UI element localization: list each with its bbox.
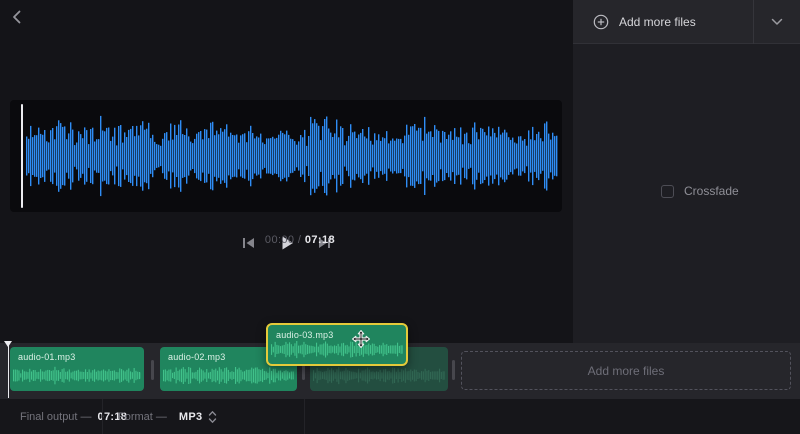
files-panel-header: Add more files bbox=[573, 0, 800, 44]
timeline-playhead[interactable] bbox=[4, 341, 13, 398]
timeline-add-more-files[interactable]: Add more files bbox=[461, 351, 791, 390]
chevron-left-icon bbox=[10, 9, 24, 25]
preview-playhead bbox=[21, 104, 23, 208]
add-more-files-button[interactable]: Add more files bbox=[573, 0, 753, 44]
collapse-panel-button[interactable] bbox=[754, 0, 800, 44]
format-label: Format — bbox=[118, 411, 167, 423]
track-audio-01[interactable]: audio-01.mp3 bbox=[10, 347, 144, 391]
time-separator: / bbox=[298, 234, 301, 246]
format-value: MP3 bbox=[179, 411, 203, 423]
audio-waveform bbox=[26, 108, 558, 204]
final-output-label: Final output — bbox=[20, 411, 92, 423]
skip-to-start-icon bbox=[241, 236, 256, 250]
track-divider bbox=[151, 360, 154, 380]
crossfade-checkbox[interactable] bbox=[661, 185, 674, 198]
back-button[interactable] bbox=[4, 4, 30, 30]
time-display: 00:00 / 07:18 bbox=[265, 234, 335, 246]
timeline-add-more-files-label: Add more files bbox=[588, 364, 665, 378]
track-label: audio-01.mp3 bbox=[18, 352, 75, 362]
track-audio-03-dragging[interactable]: audio-03.mp3 bbox=[266, 323, 408, 366]
time-current: 00:00 bbox=[265, 234, 295, 246]
up-down-chevrons-icon bbox=[208, 410, 217, 424]
skip-to-start-button[interactable] bbox=[238, 232, 260, 254]
track-waveform bbox=[163, 364, 294, 387]
track-waveform bbox=[271, 338, 403, 361]
track-waveform bbox=[13, 364, 141, 387]
format-select[interactable]: Format — MP3 bbox=[118, 399, 217, 434]
footer-bar: Final output — 07:18 Format — MP3 Export bbox=[0, 398, 800, 434]
crossfade-option: Crossfade bbox=[661, 184, 739, 198]
crossfade-label: Crossfade bbox=[684, 184, 739, 198]
playhead-line bbox=[8, 345, 10, 398]
add-more-files-label: Add more files bbox=[619, 15, 696, 29]
track-label: audio-02.mp3 bbox=[168, 352, 225, 362]
timeline: audio-01.mp3 audio-02.mp3 Add more files… bbox=[0, 343, 800, 398]
footer-divider bbox=[102, 399, 103, 434]
plus-circle-icon bbox=[593, 14, 609, 30]
waveform-preview-panel[interactable] bbox=[10, 100, 562, 212]
files-panel: Add more files Crossfade bbox=[573, 0, 800, 343]
editor-main-area: 00:00 / 07:18 bbox=[0, 0, 573, 343]
chevron-down-icon bbox=[771, 18, 783, 26]
track-waveform bbox=[313, 364, 445, 387]
time-total: 07:18 bbox=[305, 234, 335, 246]
final-output-info: Final output — 07:18 bbox=[20, 399, 127, 434]
footer-divider bbox=[304, 399, 305, 434]
track-divider bbox=[452, 360, 455, 380]
